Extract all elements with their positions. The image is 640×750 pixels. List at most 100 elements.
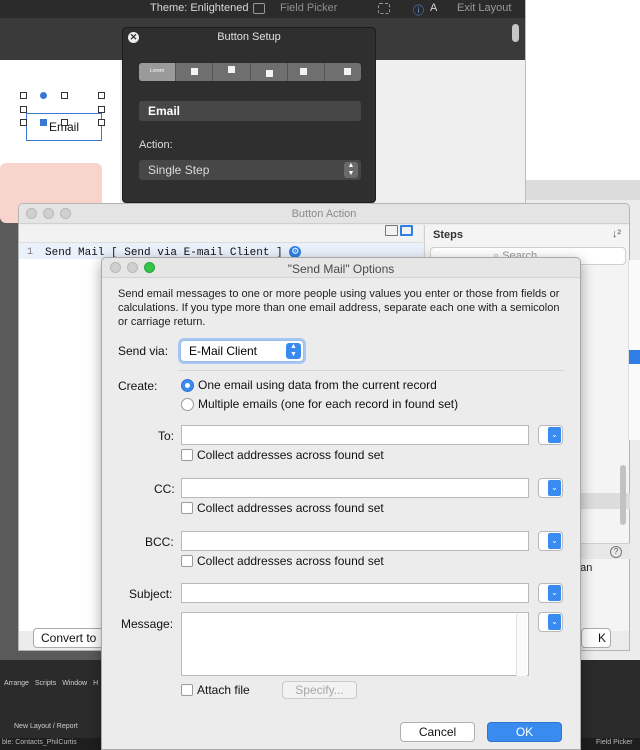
field-picker-label[interactable]: Field Picker <box>280 2 337 14</box>
layout-select-icon[interactable] <box>378 3 390 14</box>
action-label: Action: <box>139 139 173 151</box>
status-table: ble: Contacts_PhilCurtis <box>2 739 77 746</box>
create-label: Create: <box>118 379 158 393</box>
segment-icon-right-label[interactable] <box>325 63 361 81</box>
font-size-icon[interactable]: A <box>430 2 437 14</box>
new-layout-button[interactable]: New Layout / Report <box>14 723 78 730</box>
to-collect-label[interactable]: Collect addresses across found set <box>197 448 384 462</box>
radio-one-email[interactable] <box>181 379 194 392</box>
menu-help[interactable]: H <box>93 680 98 687</box>
subject-label: Subject: <box>129 587 173 601</box>
bcc-collect-checkbox[interactable] <box>181 555 193 567</box>
radio-one-email-label[interactable]: One email using data from the current re… <box>198 378 437 392</box>
bcc-picker[interactable]: ⌄ <box>538 531 563 551</box>
send-mail-options-dialog: "Send Mail" Options Send email messages … <box>101 257 581 750</box>
segment-label-only[interactable]: Lorem <box>139 63 177 81</box>
message-field[interactable] <box>181 612 529 676</box>
attach-file-label[interactable]: Attach file <box>197 683 250 697</box>
segment-icon-above-label[interactable] <box>213 63 251 81</box>
help-icon[interactable]: ? <box>610 546 622 558</box>
send-mail-titlebar: "Send Mail" Options <box>102 258 580 278</box>
cc-collect-label[interactable]: Collect addresses across found set <box>197 501 384 515</box>
exit-layout-button[interactable]: Exit Layout <box>457 2 511 14</box>
bcc-collect-label[interactable]: Collect addresses across found set <box>197 554 384 568</box>
radio-multiple-emails-label[interactable]: Multiple emails (one for each record in … <box>198 397 458 411</box>
to-label: To: <box>158 429 175 443</box>
chevron-down-icon: ⌄ <box>548 480 561 496</box>
selection-handle[interactable] <box>20 92 27 99</box>
subject-field[interactable] <box>181 583 529 603</box>
cc-field[interactable] <box>181 478 529 498</box>
background-list-selection <box>629 350 640 364</box>
background-window-content <box>526 0 640 180</box>
radio-multiple-emails[interactable] <box>181 398 194 411</box>
button-label-field[interactable]: Email <box>139 101 361 121</box>
selection-handle[interactable] <box>20 119 27 126</box>
message-label: Message: <box>121 617 174 631</box>
background-list <box>628 260 640 440</box>
bcc-field[interactable] <box>181 531 529 551</box>
theme-label[interactable]: Theme: Enlightened <box>150 2 248 14</box>
attach-file-checkbox[interactable] <box>181 684 193 696</box>
theme-icon[interactable] <box>253 3 265 14</box>
layout-toolbar: Theme: Enlightened Field Picker ⓘ A Exit… <box>0 0 525 18</box>
cancel-button[interactable]: Cancel <box>400 722 475 742</box>
specify-button[interactable]: Specify... <box>282 681 357 699</box>
segment-icon-left-label[interactable] <box>288 63 325 81</box>
selection-handle[interactable] <box>98 119 105 126</box>
info-icon[interactable]: ⓘ <box>413 2 424 18</box>
sort-icon[interactable]: ↓² <box>612 228 621 240</box>
cc-collect-checkbox[interactable] <box>181 502 193 514</box>
canvas-scrollbar[interactable] <box>512 24 519 42</box>
status-field-picker[interactable]: Field Picker <box>596 739 633 746</box>
message-scrollbar[interactable] <box>516 614 527 676</box>
segment-label-text: Lorem <box>149 68 165 74</box>
ok-button[interactable]: OK <box>487 722 562 742</box>
line-number: 1 <box>27 247 34 258</box>
menu-window[interactable]: Window <box>62 680 87 687</box>
selection-handle[interactable] <box>61 119 68 126</box>
selection-handle[interactable] <box>40 119 47 126</box>
send-via-value: E-Mail Client <box>189 344 258 358</box>
menu-scripts[interactable]: Scripts <box>35 680 56 687</box>
up-down-arrows-icon: ▲ ▼ <box>286 343 301 359</box>
chevron-down-icon: ⌄ <box>548 585 561 601</box>
action-select-value: Single Step <box>148 163 210 177</box>
selection-handle[interactable] <box>20 106 27 113</box>
segment-icon-only[interactable] <box>176 63 214 81</box>
selection-handle[interactable] <box>61 92 68 99</box>
selection-handle[interactable] <box>40 92 47 99</box>
square-icon <box>343 68 351 75</box>
cc-label: CC: <box>154 482 175 496</box>
ok-button-peek[interactable]: K <box>581 628 611 648</box>
selection-handle[interactable] <box>98 106 105 113</box>
background-window-stripe <box>526 180 640 200</box>
action-select[interactable]: Single Step ▲ ▼ <box>139 160 361 180</box>
message-picker[interactable]: ⌄ <box>538 612 563 632</box>
copy-icon[interactable] <box>385 225 398 236</box>
to-field[interactable] <box>181 425 529 445</box>
steps-scrollbar[interactable] <box>620 465 626 525</box>
send-mail-title: "Send Mail" Options <box>287 262 395 276</box>
square-icon <box>191 68 199 75</box>
square-icon <box>299 68 307 75</box>
panel-toggle-icon[interactable] <box>400 225 413 236</box>
subject-picker[interactable]: ⌄ <box>538 583 563 603</box>
menu-bar: Arrange Scripts Window H <box>0 680 110 694</box>
selection-handle[interactable] <box>98 92 105 99</box>
to-collect-checkbox[interactable] <box>181 449 193 461</box>
menu-arrange[interactable]: Arrange <box>4 680 29 687</box>
send-via-label: Send via: <box>118 344 169 358</box>
editor-view-icons <box>383 225 413 239</box>
send-mail-description: Send email messages to one or more peopl… <box>118 288 560 328</box>
send-via-select[interactable]: E-Mail Client ▲ ▼ <box>180 340 304 362</box>
divider <box>178 370 564 371</box>
chevron-down-icon: ⌄ <box>548 614 561 630</box>
cc-picker[interactable]: ⌄ <box>538 478 563 498</box>
email-layout-button[interactable]: Email <box>26 113 102 141</box>
button-action-title: Button Action <box>291 208 357 220</box>
chevron-down-icon: ⌄ <box>548 533 561 549</box>
square-icon <box>265 70 273 77</box>
to-picker[interactable]: ⌄ <box>538 425 563 445</box>
segment-icon-below-label[interactable] <box>251 63 288 81</box>
